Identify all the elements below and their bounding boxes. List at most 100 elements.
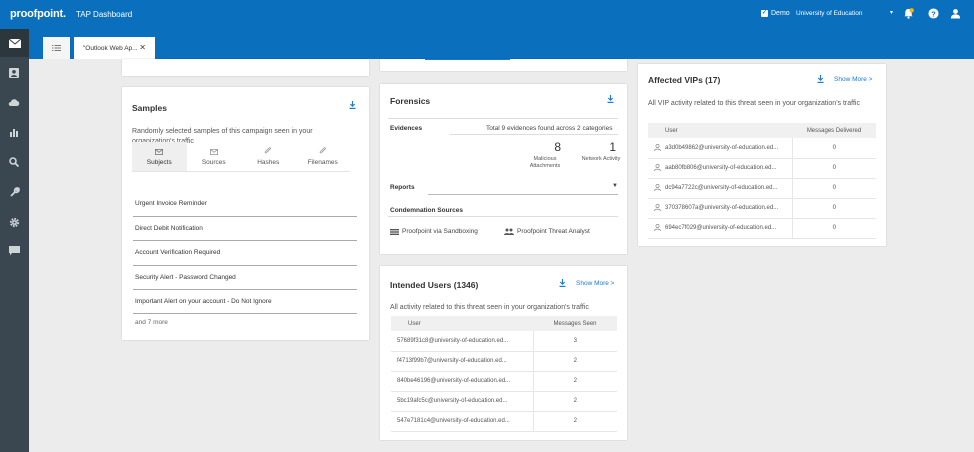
- table-row[interactable]: a3d0b49862@university-of-education.ed...…: [648, 138, 876, 159]
- user-email: 370378607a@university-of-education.ed...: [665, 205, 779, 212]
- table-row[interactable]: 840be46196@university-of-education.ed...…: [391, 371, 617, 392]
- tab-label: Sources: [201, 159, 226, 166]
- message-count: 2: [533, 411, 617, 432]
- user-cell: 370378607a@university-of-education.ed...: [648, 198, 793, 219]
- search-icon: [9, 157, 19, 167]
- user-cell: dc94a7722c@university-of-education.ed...: [648, 178, 793, 199]
- tab-list-button[interactable]: [43, 37, 70, 59]
- divider: [133, 313, 357, 314]
- demo-label: Demo: [771, 10, 790, 17]
- samples-card: Samples Randomly selected samples of thi…: [122, 87, 369, 340]
- help-icon[interactable]: ?: [928, 8, 939, 19]
- message-count: 0: [792, 138, 876, 159]
- download-icon[interactable]: [817, 75, 824, 83]
- network-count: 1: [609, 140, 616, 154]
- intended-users-title: Intended Users (1346): [390, 280, 479, 290]
- tab-label: Filenames: [307, 159, 338, 166]
- envelope-icon: [209, 149, 218, 155]
- column-header-user[interactable]: User: [391, 316, 533, 331]
- download-icon[interactable]: [607, 95, 614, 103]
- table-row[interactable]: 57689f31c8@university-of-education.ed...…: [391, 331, 617, 352]
- table-row[interactable]: 694ec7f029@university-of-education.ed...…: [648, 218, 876, 239]
- table-row[interactable]: 547e7181c4@university-of-education.ed...…: [391, 411, 617, 432]
- sidebar-item-cloud[interactable]: [7, 95, 21, 109]
- chat-bubble-icon: [8, 246, 20, 256]
- gear-icon: [9, 217, 19, 227]
- sidebar-item-people[interactable]: [7, 66, 21, 80]
- divider: [388, 118, 618, 119]
- sidebar-item-search[interactable]: [7, 155, 21, 169]
- forensics-title: Forensics: [390, 96, 431, 106]
- table-header: User Messages Seen: [391, 316, 617, 331]
- sidebar-item-mail[interactable]: [0, 29, 29, 57]
- user-email: 5bc19afc5c@university-of-education.ed...: [391, 391, 534, 412]
- user-email: 840be46196@university-of-education.ed...: [391, 371, 534, 392]
- notification-bell-icon[interactable]: [903, 8, 914, 19]
- message-count: 2: [533, 371, 617, 392]
- download-icon[interactable]: [559, 279, 566, 287]
- affected-vips-table: User Messages Delivered a3d0b49862@unive…: [648, 123, 876, 239]
- subject-item: Important Alert on your account - Do Not…: [135, 298, 272, 305]
- samples-title: Samples: [132, 103, 167, 113]
- evidences-summary: Total 9 evidences found across 2 categor…: [486, 125, 613, 132]
- sidebar-item-messages[interactable]: [7, 244, 21, 258]
- source-sandboxing: Proofpoint via Sandboxing: [390, 228, 478, 235]
- forensics-card: Forensics Evidences Total 9 evidences fo…: [380, 84, 627, 254]
- organization-selector[interactable]: University of Education: [796, 10, 862, 17]
- close-icon[interactable]: ✕: [139, 43, 146, 52]
- checkbox-icon[interactable]: ✓: [761, 10, 768, 17]
- user-email: 57689f31c8@university-of-education.ed...: [391, 331, 534, 352]
- user-profile-icon[interactable]: [950, 8, 961, 19]
- reports-label: Reports: [390, 184, 415, 191]
- divider: [133, 265, 357, 266]
- table-row[interactable]: f4713f99b7@university-of-education.ed...…: [391, 351, 617, 372]
- link-underline[interactable]: [425, 59, 510, 60]
- show-more-link[interactable]: Show More >: [834, 75, 872, 85]
- show-more-link[interactable]: Show More >: [576, 279, 614, 289]
- cloud-icon: [8, 99, 20, 106]
- condemnation-label: Condemnation Sources: [390, 207, 463, 214]
- user-email: 547e7181c4@university-of-education.ed...: [391, 411, 534, 432]
- column-header-user[interactable]: User: [648, 123, 792, 138]
- logo[interactable]: proofpoint.: [10, 8, 66, 20]
- source-label: Proofpoint via Sandboxing: [402, 228, 478, 235]
- subject-item: Urgent Invoice Reminder: [135, 200, 207, 207]
- user-cell: aab80fb806@university-of-education.ed...: [648, 158, 793, 179]
- download-icon[interactable]: [349, 101, 356, 109]
- sidebar-item-tools[interactable]: [7, 185, 21, 199]
- tab-sources[interactable]: Sources: [186, 142, 241, 172]
- message-count: 3: [533, 331, 617, 352]
- sidebar-item-settings[interactable]: [7, 215, 21, 229]
- more-subjects[interactable]: and 7 more: [135, 319, 168, 326]
- source-label: Proofpoint Threat Analyst: [517, 228, 590, 235]
- chevron-down-icon[interactable]: ▼: [612, 183, 618, 189]
- message-count: 2: [533, 351, 617, 372]
- table-row[interactable]: 5bc19afc5c@university-of-education.ed...…: [391, 391, 617, 412]
- column-header-messages[interactable]: Messages Delivered: [792, 123, 876, 138]
- divider: [133, 289, 357, 290]
- card-partial-middle: [380, 59, 627, 71]
- table-row[interactable]: 370378607a@university-of-education.ed...…: [648, 198, 876, 219]
- table-header: User Messages Delivered: [648, 123, 876, 138]
- tab-subjects[interactable]: Subjects: [132, 142, 187, 172]
- user-cell: 694ec7f029@university-of-education.ed...: [648, 218, 793, 239]
- table-row[interactable]: aab80fb806@university-of-education.ed...…: [648, 158, 876, 179]
- user-icon: [654, 184, 661, 192]
- demo-toggle[interactable]: ✓ Demo: [761, 10, 790, 17]
- tab-campaign[interactable]: "Outlook Web Ap... ✕: [74, 37, 155, 59]
- malicious-count: 8: [554, 140, 561, 154]
- user-icon: [654, 164, 661, 172]
- tab-bar: "Outlook Web Ap... ✕: [29, 29, 974, 59]
- tab-hashes[interactable]: Hashes: [241, 142, 296, 172]
- sidebar-item-reports[interactable]: [7, 125, 21, 139]
- message-count: 0: [792, 158, 876, 179]
- intended-users-description: All activity related to this threat seen…: [390, 304, 589, 311]
- tab-filenames[interactable]: Filenames: [295, 142, 350, 172]
- mail-icon: [8, 38, 21, 48]
- divider: [133, 216, 357, 217]
- wrench-icon: [9, 186, 20, 197]
- column-header-messages[interactable]: Messages Seen: [533, 316, 617, 331]
- bar-chart-icon: [10, 129, 18, 137]
- chevron-down-icon[interactable]: ▾: [890, 9, 893, 16]
- table-row[interactable]: dc94a7722c@university-of-education.ed...…: [648, 178, 876, 199]
